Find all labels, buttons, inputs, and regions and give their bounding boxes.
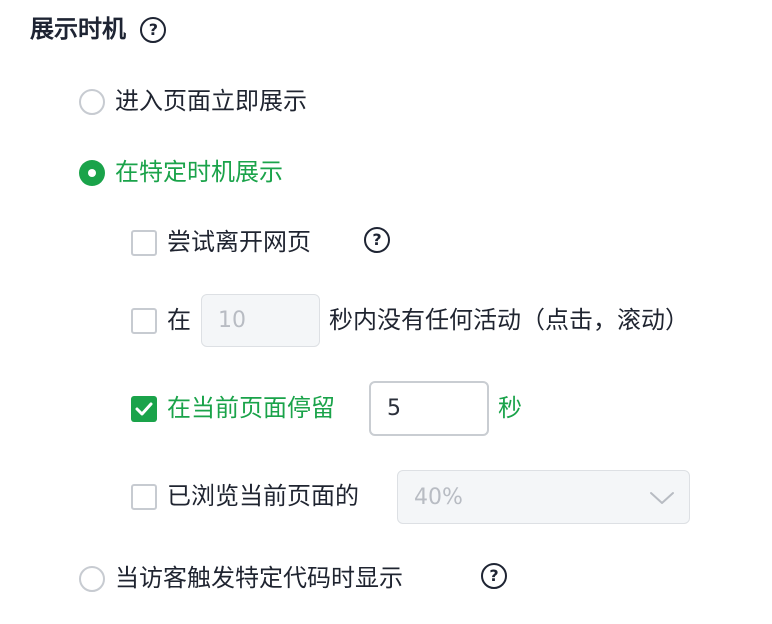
checkbox-stay[interactable] xyxy=(131,396,157,422)
section-title: 展示时机 xyxy=(30,15,126,43)
stay-seconds-value: 5 xyxy=(387,396,401,421)
stay-suffix: 秒 xyxy=(498,394,522,422)
question-circle-icon[interactable]: ? xyxy=(364,227,390,253)
radio-immediate[interactable] xyxy=(79,89,105,115)
leave-page-label[interactable]: 尝试离开网页 xyxy=(167,225,311,259)
scroll-percent-value: 40% xyxy=(414,484,463,510)
checkbox-leave-page[interactable] xyxy=(131,230,157,256)
checkbox-inactivity[interactable] xyxy=(131,308,157,334)
question-circle-icon[interactable]: ? xyxy=(481,563,507,589)
inactivity-prefix: 在 xyxy=(167,306,191,334)
option-specific-timing-label[interactable]: 在特定时机展示 xyxy=(115,155,283,189)
inactivity-suffix: 秒内没有任何活动（点击，滚动） xyxy=(329,306,689,334)
option-immediate-label[interactable]: 进入页面立即展示 xyxy=(115,84,307,118)
stay-seconds-input[interactable]: 5 xyxy=(369,381,489,436)
scroll-percent-select[interactable]: 40% xyxy=(397,470,690,524)
scroll-prefix: 已浏览当前页面的 xyxy=(167,482,359,510)
checkmark-icon xyxy=(135,402,153,416)
radio-code-trigger[interactable] xyxy=(79,566,105,592)
radio-specific-timing[interactable] xyxy=(79,160,105,186)
question-circle-icon[interactable]: ? xyxy=(140,17,167,43)
stay-prefix: 在当前页面停留 xyxy=(167,394,335,422)
section-header: 展示时机 ? xyxy=(30,12,167,46)
option-code-trigger-label[interactable]: 当访客触发特定代码时显示 xyxy=(115,561,403,595)
inactivity-seconds-value: 10 xyxy=(218,308,246,333)
chevron-down-icon xyxy=(650,492,674,504)
checkbox-scroll[interactable] xyxy=(131,484,157,510)
inactivity-seconds-input[interactable]: 10 xyxy=(201,294,320,347)
